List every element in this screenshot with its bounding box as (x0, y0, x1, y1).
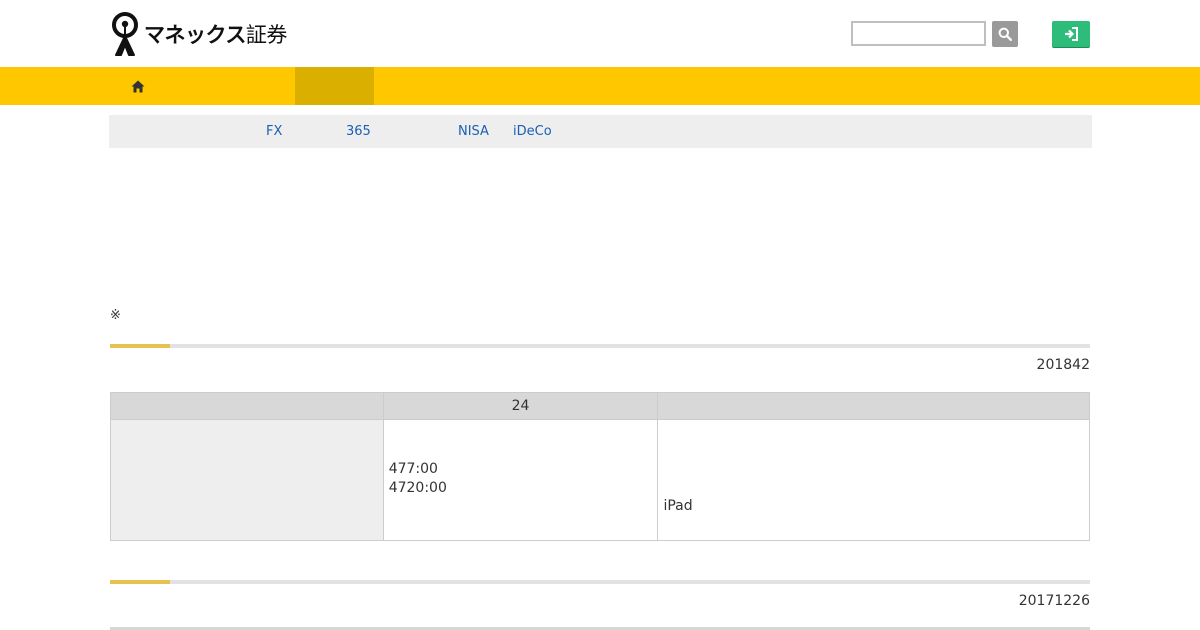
nav-home[interactable] (110, 67, 165, 105)
site-header: マネックス証券 (0, 0, 1200, 67)
hours-line: 4720:00 (388, 480, 447, 496)
logo-text: マネックス証券 (144, 23, 287, 47)
table-row: 477:00 4720:00 iPad (110, 419, 1090, 541)
nav-item-active[interactable] (295, 67, 374, 105)
section-date: 20171226 (1018, 593, 1090, 609)
search-icon (998, 27, 1012, 41)
table-header-row: 24 (110, 392, 1090, 420)
table-cell-detail: iPad (657, 419, 1090, 541)
login-button[interactable] (1052, 21, 1090, 47)
subnav-link-fx[interactable]: FX (266, 124, 282, 139)
section-divider (110, 344, 1090, 348)
table-row-label (110, 419, 384, 541)
sign-in-icon (1065, 27, 1078, 41)
section-divider (110, 580, 1090, 584)
subnav-link-nisa[interactable]: NISA (458, 124, 489, 139)
subnav-link-365[interactable]: 365 (346, 124, 371, 139)
table-header: 24 (382, 392, 659, 420)
table-header (110, 392, 384, 420)
section-divider-accent (110, 580, 170, 584)
search-button[interactable] (992, 21, 1018, 47)
table-header (657, 392, 1090, 420)
logo-mark-icon (112, 12, 138, 56)
detail-text: iPad (663, 498, 693, 514)
info-table: 24 477:00 4720:00 iPad (110, 392, 1090, 541)
section-date: 201842 (1036, 357, 1090, 373)
table-cell-hours: 477:00 4720:00 (382, 419, 659, 541)
subnav-link-ideco[interactable]: iDeCo (513, 124, 552, 139)
sub-nav: FX 365 NISA iDeCo (109, 115, 1092, 148)
main-nav (0, 67, 1200, 105)
hours-line: 477:00 (388, 461, 438, 477)
search-input[interactable] (851, 21, 986, 46)
monex-logo[interactable]: マネックス証券 (110, 12, 287, 56)
home-icon (131, 80, 144, 92)
section-divider-accent (110, 344, 170, 348)
note-mark: ※ (110, 308, 121, 323)
